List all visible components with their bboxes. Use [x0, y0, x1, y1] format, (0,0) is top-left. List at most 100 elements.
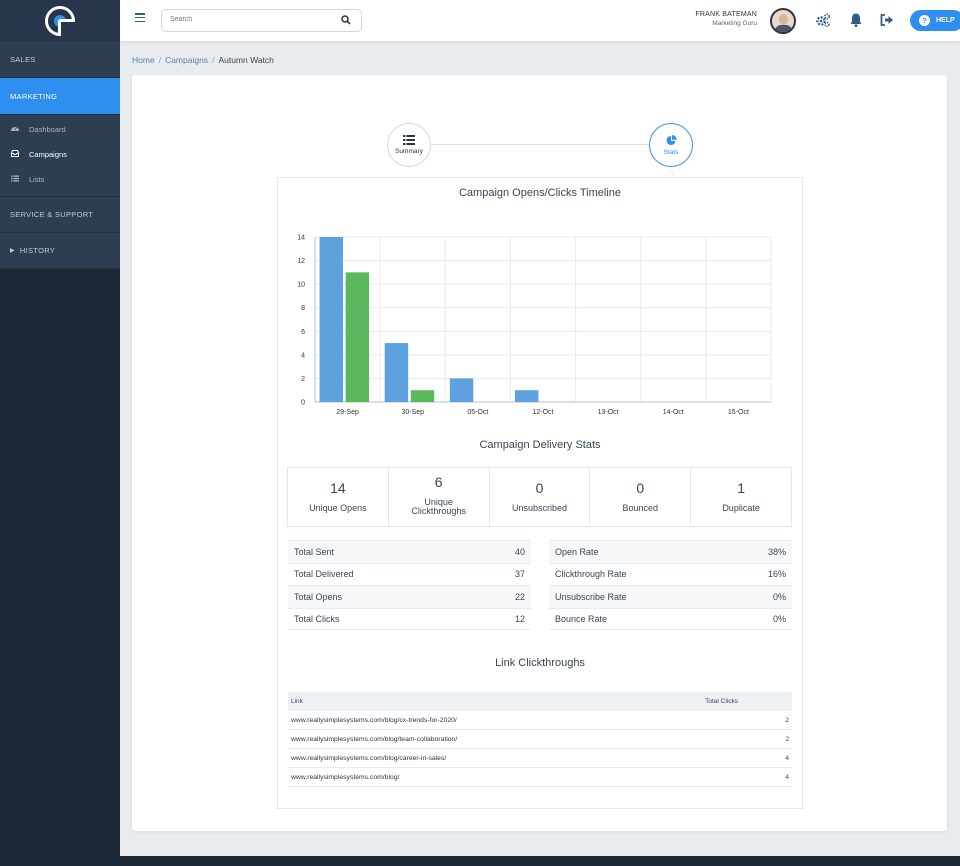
bar-series-2 [345, 272, 370, 402]
dashboard-icon [10, 125, 20, 134]
logo-area[interactable] [0, 0, 120, 41]
bar-series-2 [410, 390, 435, 402]
nav-section-marketing-label: MARKETING [10, 91, 58, 101]
table-row: Total Clicks 12 [288, 607, 531, 630]
row-value: 40 [514, 546, 525, 557]
stat-label: Bounced [622, 503, 659, 513]
nav-section-sales[interactable]: SALES [0, 41, 120, 78]
search-box [161, 9, 362, 32]
user-info: FRANK BATEMAN Marketing Guru [695, 11, 757, 27]
table-row: Bounce Rate 0% [549, 607, 792, 630]
bell-icon[interactable] [848, 12, 864, 28]
hamburger-menu-icon[interactable] [135, 13, 145, 23]
row-label: Bounce Rate [555, 613, 608, 624]
opens-clicks-chart: 0 2 4 6 8 10 12 14 29-Sep 30-Sep 05-Oct 12-Oct 13-Oc… [297, 235, 772, 416]
app-logo[interactable] [45, 5, 75, 36]
table-row: Total Delivered 37 [288, 562, 531, 586]
y-tick-label: 6 [301, 329, 305, 336]
topbar: FRANK BATEMAN Marketing Guru ? HELP [120, 0, 960, 41]
row-value: 16% [767, 569, 786, 580]
table-row: www.reallysimplesystems.com/blog/4 [288, 768, 792, 787]
link-url[interactable]: www.reallysimplesystems.com/blog/ [291, 774, 399, 781]
link-url[interactable]: www.reallysimplesystems.com/blog/career-… [291, 755, 446, 762]
bar-series-1 [319, 237, 344, 402]
breadcrumb-campaigns[interactable]: Campaigns [165, 55, 208, 65]
bar-series-1 [514, 390, 539, 402]
stat-value: 0 [636, 480, 645, 496]
row-label: Total Clicks [294, 613, 340, 624]
bar-series-1 [449, 378, 474, 402]
logout-icon[interactable] [879, 12, 895, 28]
totals-table-right: Open Rate 38% Clickthrough Rate 16% Unsubs… [549, 540, 792, 630]
header-total-clicks: Total Clicks [705, 698, 738, 705]
stat-value: 1 [737, 480, 745, 496]
avatar[interactable] [770, 8, 796, 34]
delivery-stat-boxes: 14 Unique Opens 6 Unique Clickthroughs 0… [287, 467, 792, 527]
timeline-title: Campaign Opens/Clicks Timeline [458, 187, 621, 199]
y-tick-label: 8 [301, 305, 305, 312]
table-row: Total Sent 40 [288, 540, 531, 563]
step-stats-label: Stats [663, 148, 679, 156]
stat-duplicate: 1 Duplicate [691, 468, 791, 526]
breadcrumb: Home / Campaigns / Autumn Watch [132, 55, 274, 65]
caret-right-icon: ▶ [10, 248, 15, 254]
nav-section-service[interactable]: SERVICE & SUPPORT [0, 197, 120, 233]
sidebar-item-lists-label: Lists [29, 175, 45, 184]
settings-gears-icon[interactable] [815, 12, 831, 28]
links-title: Link Clickthroughs [495, 657, 585, 669]
nav-section-history-label: HISTORY [19, 246, 56, 255]
sidebar-item-campaigns[interactable]: Campaigns [0, 142, 120, 167]
row-label: Open Rate [555, 546, 599, 557]
stat-label: Unique Clickthroughs [411, 497, 466, 517]
marketing-submenu: Dashboard Campaigns Lists [0, 115, 120, 197]
list-icon [10, 175, 20, 184]
nav-section-marketing[interactable]: MARKETING [0, 78, 120, 115]
list-icon [403, 135, 415, 145]
user-name: FRANK BATEMAN [695, 11, 757, 18]
breadcrumb-home[interactable]: Home [132, 55, 155, 65]
y-tick-label: 12 [297, 258, 305, 265]
sidebar-item-lists[interactable]: Lists [0, 167, 120, 192]
row-value: 12 [514, 613, 525, 624]
link-clicks: 4 [785, 773, 789, 781]
question-icon: ? [919, 15, 930, 26]
table-row: Clickthrough Rate 16% [549, 562, 792, 586]
step-summary[interactable]: Summary [387, 123, 431, 167]
table-row: www.reallysimplesystems.com/blog/career-… [288, 749, 792, 768]
table-row: Open Rate 38% [549, 540, 792, 563]
stat-unsubscribed: 0 Unsubscribed [490, 468, 591, 526]
stat-value: 0 [535, 480, 544, 496]
step-summary-label: Summary [395, 148, 423, 155]
help-button[interactable]: ? HELP [910, 10, 960, 31]
stat-value: 6 [434, 474, 443, 490]
stat-value: 14 [330, 480, 346, 496]
search-icon[interactable] [341, 15, 351, 25]
inbox-icon [10, 150, 20, 159]
x-tick-label: 14-Oct [663, 409, 684, 416]
link-clicks: 2 [785, 735, 789, 743]
table-row: Unsubscribe Rate 0% [549, 585, 792, 608]
y-tick-label: 10 [297, 282, 305, 289]
link-url[interactable]: www.reallysimplesystems.com/blog/cx-tren… [291, 717, 457, 724]
stat-unique-clickthroughs: 6 Unique Clickthroughs [389, 468, 490, 526]
step-connector [430, 144, 652, 145]
step-stats[interactable]: Stats [649, 123, 693, 167]
nav-section-history[interactable]: ▶ HISTORY [0, 233, 120, 269]
stat-label: Duplicate [722, 503, 760, 513]
nav-section-service-label: SERVICE & SUPPORT [10, 210, 94, 219]
row-value: 38% [767, 546, 786, 557]
x-tick-label: 30-Sep [401, 409, 424, 416]
row-label: Clickthrough Rate [555, 569, 627, 580]
sidebar-item-dashboard-label: Dashboard [29, 125, 66, 134]
sidebar: SALES MARKETING Dashboard Campaigns List… [0, 0, 120, 866]
header-link: Link [291, 698, 303, 705]
bar-series-1 [384, 343, 409, 402]
sidebar-item-dashboard[interactable]: Dashboard [0, 117, 120, 142]
help-label: HELP [936, 17, 955, 24]
stat-bounced: 0 Bounced [590, 468, 692, 526]
row-label: Total Delivered [294, 569, 354, 580]
search-input[interactable] [170, 16, 330, 23]
x-tick-label: 12-Oct [532, 409, 553, 416]
link-url[interactable]: www.reallysimplesystems.com/blog/team-co… [291, 736, 457, 743]
row-value: 37 [514, 569, 525, 580]
